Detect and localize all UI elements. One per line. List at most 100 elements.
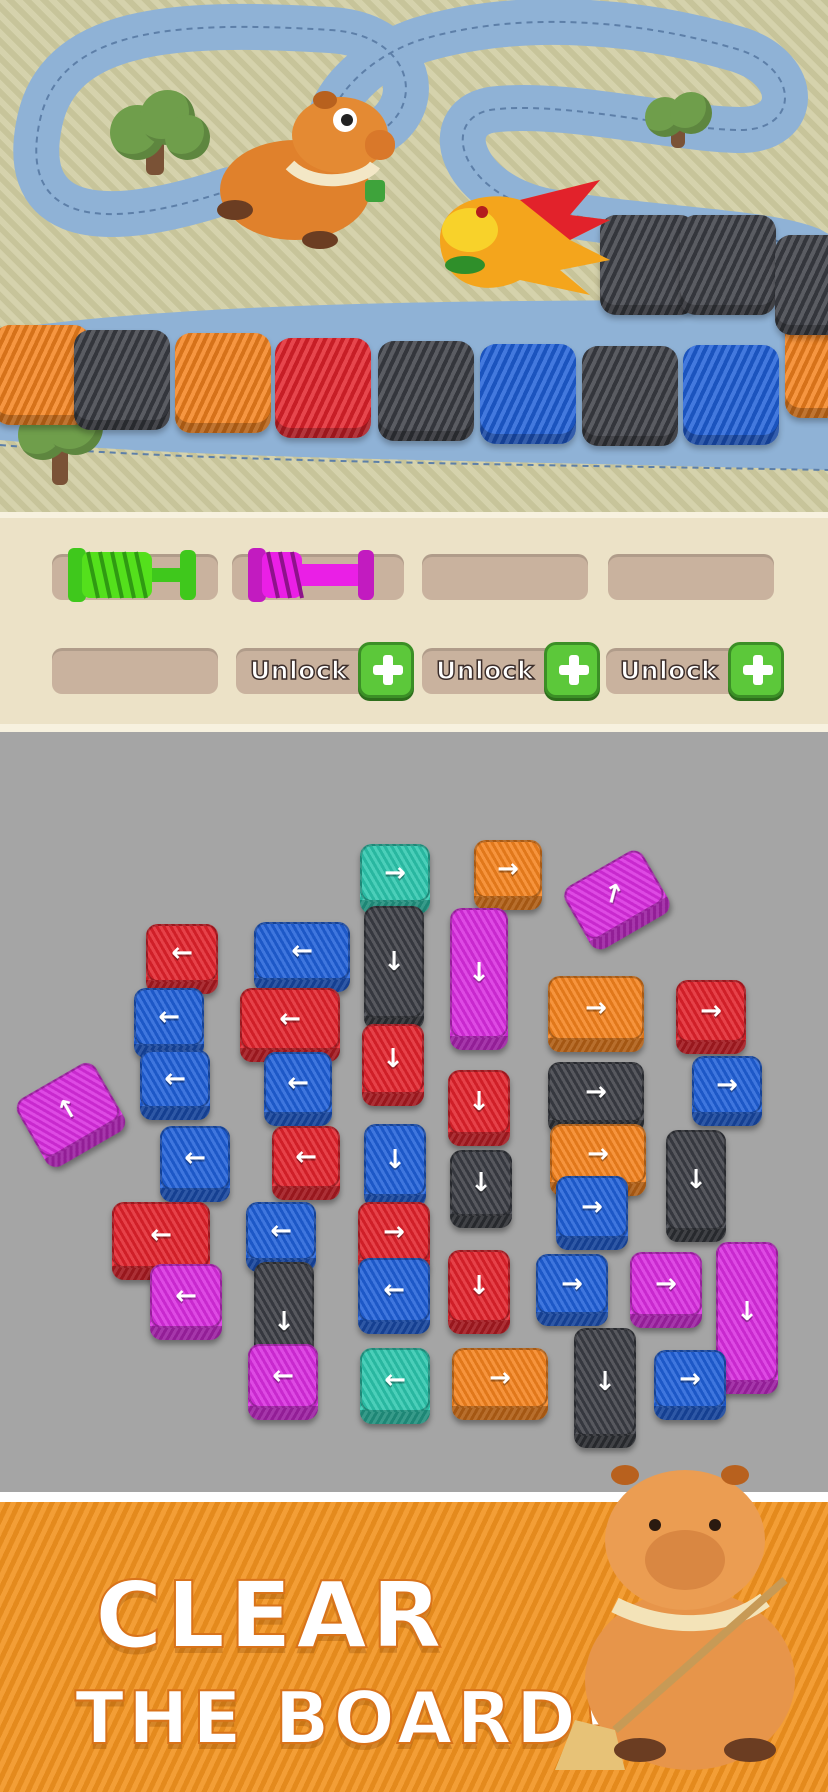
track-block-orange — [175, 333, 271, 433]
spool-slot-2[interactable] — [232, 548, 404, 602]
tile-orange-right[interactable]: → — [452, 1348, 548, 1420]
tile-blue-left[interactable]: ← — [140, 1050, 210, 1120]
arrow-down-icon: ↓ — [736, 1297, 758, 1327]
arrow-left-icon: ← — [158, 1002, 180, 1032]
unlock-slot-button-2[interactable]: Unlock — [422, 642, 600, 698]
arrow-right-icon: → — [655, 1269, 677, 1299]
tile-red-left[interactable]: ← — [272, 1126, 340, 1200]
plus-icon[interactable] — [728, 642, 784, 698]
tile-blue-left[interactable]: ← — [134, 988, 204, 1058]
track-block-black — [775, 235, 828, 335]
tile-black-down[interactable]: ↓ — [450, 1150, 512, 1228]
tile-blue-down[interactable]: ↓ — [364, 1124, 426, 1208]
arrow-left-icon: ← — [184, 1143, 206, 1173]
tile-red-right[interactable]: → — [676, 980, 746, 1054]
track-block-blue — [683, 345, 779, 445]
puzzle-board: → → ↗ ← ← ↓ ↓ ← ← → → ← ← ↓ ↓ → → ↑ ← ← ↓ ↓ → ↓ ← ← → → ← ↓ ← ↓ → → ↓ ← ← → ↓ → — [0, 732, 828, 1492]
unlock-label: Unlock — [435, 655, 535, 686]
arrow-left-icon: ← — [171, 938, 193, 968]
tile-teal-right[interactable]: → — [360, 844, 430, 914]
arrow-left-icon: ← — [287, 1068, 309, 1098]
tile-orange-right[interactable]: → — [474, 840, 542, 910]
tile-magenta-up[interactable]: ↑ — [12, 1058, 130, 1172]
plus-icon[interactable] — [544, 642, 600, 698]
tile-red-left[interactable]: ← — [240, 988, 340, 1062]
tile-blue-right[interactable]: → — [654, 1350, 726, 1420]
arrow-down-icon: ↓ — [468, 958, 490, 988]
arrow-down-icon: ↓ — [468, 1271, 490, 1301]
tile-blue-right[interactable]: → — [556, 1176, 628, 1250]
arrow-down-icon: ↓ — [470, 1168, 492, 1198]
capybara-broom-mascot-icon — [555, 1465, 795, 1770]
tile-blue-right[interactable]: → — [692, 1056, 762, 1126]
unlock-slot-button-1[interactable]: Unlock — [236, 642, 414, 698]
spool-magenta-icon — [248, 548, 374, 602]
arrow-down-icon: ↓ — [273, 1307, 295, 1337]
arrow-down-icon: ↓ — [594, 1367, 616, 1397]
arrow-left-icon: ← — [270, 1216, 292, 1246]
unlock-label: Unlock — [249, 655, 349, 686]
unlock-label: Unlock — [619, 655, 719, 686]
tile-blue-left[interactable]: ← — [160, 1126, 230, 1202]
spool-slot-panel: Unlock Unlock Unlock — [0, 512, 828, 732]
tile-magenta-down[interactable]: ↓ — [450, 908, 508, 1050]
plus-icon[interactable] — [358, 642, 414, 698]
tile-blue-left[interactable]: ← — [358, 1258, 430, 1334]
arrow-left-icon: ← — [384, 1365, 406, 1395]
spool-slot-1[interactable] — [52, 548, 218, 602]
track-block-blue — [480, 344, 576, 444]
track-block-black — [582, 346, 678, 446]
tile-blue-right[interactable]: → — [536, 1254, 608, 1326]
arrow-left-icon: ← — [272, 1361, 294, 1391]
arrow-right-icon: → — [384, 858, 406, 888]
tile-magenta-right[interactable]: → — [630, 1252, 702, 1328]
arrow-left-icon: ← — [295, 1142, 317, 1172]
arrow-left-icon: ← — [279, 1004, 301, 1034]
arrow-right-icon: → — [585, 1077, 607, 1107]
track-block-black — [378, 341, 474, 441]
arrow-right-icon: → — [587, 1139, 609, 1169]
arrow-right-icon: → — [585, 993, 607, 1023]
tile-red-left[interactable]: ← — [146, 924, 218, 994]
tile-red-down[interactable]: ↓ — [448, 1070, 510, 1146]
tile-red-down[interactable]: ↓ — [448, 1250, 510, 1334]
arrow-right-icon: → — [581, 1192, 603, 1222]
arrow-right-icon: → — [497, 854, 519, 884]
yarn-dragon-icon — [440, 180, 610, 295]
tile-orange-right[interactable]: → — [548, 976, 644, 1052]
arrow-right-icon: → — [716, 1070, 738, 1100]
tile-teal-left[interactable]: ← — [360, 1348, 430, 1424]
tree-icon — [110, 90, 210, 180]
track-block-black — [74, 330, 170, 430]
banner-subheadline: THE BOARD! — [74, 1675, 617, 1761]
track-scene — [0, 0, 828, 512]
arrow-left-icon: ← — [291, 936, 313, 966]
tile-black-down[interactable]: ↓ — [364, 906, 424, 1030]
track-block-red — [275, 338, 371, 438]
arrow-down-icon: ↓ — [383, 947, 405, 977]
arrow-left-icon: ← — [150, 1220, 172, 1250]
arrow-down-icon: ↓ — [382, 1044, 404, 1074]
arrow-right-icon: → — [679, 1364, 701, 1394]
arrow-down-icon: ↓ — [468, 1087, 490, 1117]
arrow-right-icon: → — [489, 1363, 511, 1393]
tile-black-down[interactable]: ↓ — [666, 1130, 726, 1242]
spool-green-icon — [68, 548, 196, 602]
tile-red-down[interactable]: ↓ — [362, 1024, 424, 1106]
tile-magenta-up-right[interactable]: ↗ — [560, 846, 674, 954]
spool-slot-4[interactable] — [608, 554, 774, 600]
tile-blue-left[interactable]: ← — [254, 922, 350, 992]
spool-slot-5[interactable] — [52, 648, 218, 694]
tree-icon — [645, 92, 715, 152]
tile-blue-left[interactable]: ← — [264, 1052, 332, 1126]
track-block-black — [680, 215, 776, 315]
tile-magenta-left[interactable]: ← — [248, 1344, 318, 1420]
capybara-runner-icon — [217, 91, 395, 249]
arrow-down-icon: ↓ — [384, 1145, 406, 1175]
arrow-left-icon: ← — [175, 1281, 197, 1311]
arrow-left-icon: ← — [164, 1064, 186, 1094]
tile-magenta-left[interactable]: ← — [150, 1264, 222, 1340]
unlock-slot-button-3[interactable]: Unlock — [606, 642, 784, 698]
arrow-right-icon: → — [383, 1217, 405, 1247]
spool-slot-3[interactable] — [422, 554, 588, 600]
